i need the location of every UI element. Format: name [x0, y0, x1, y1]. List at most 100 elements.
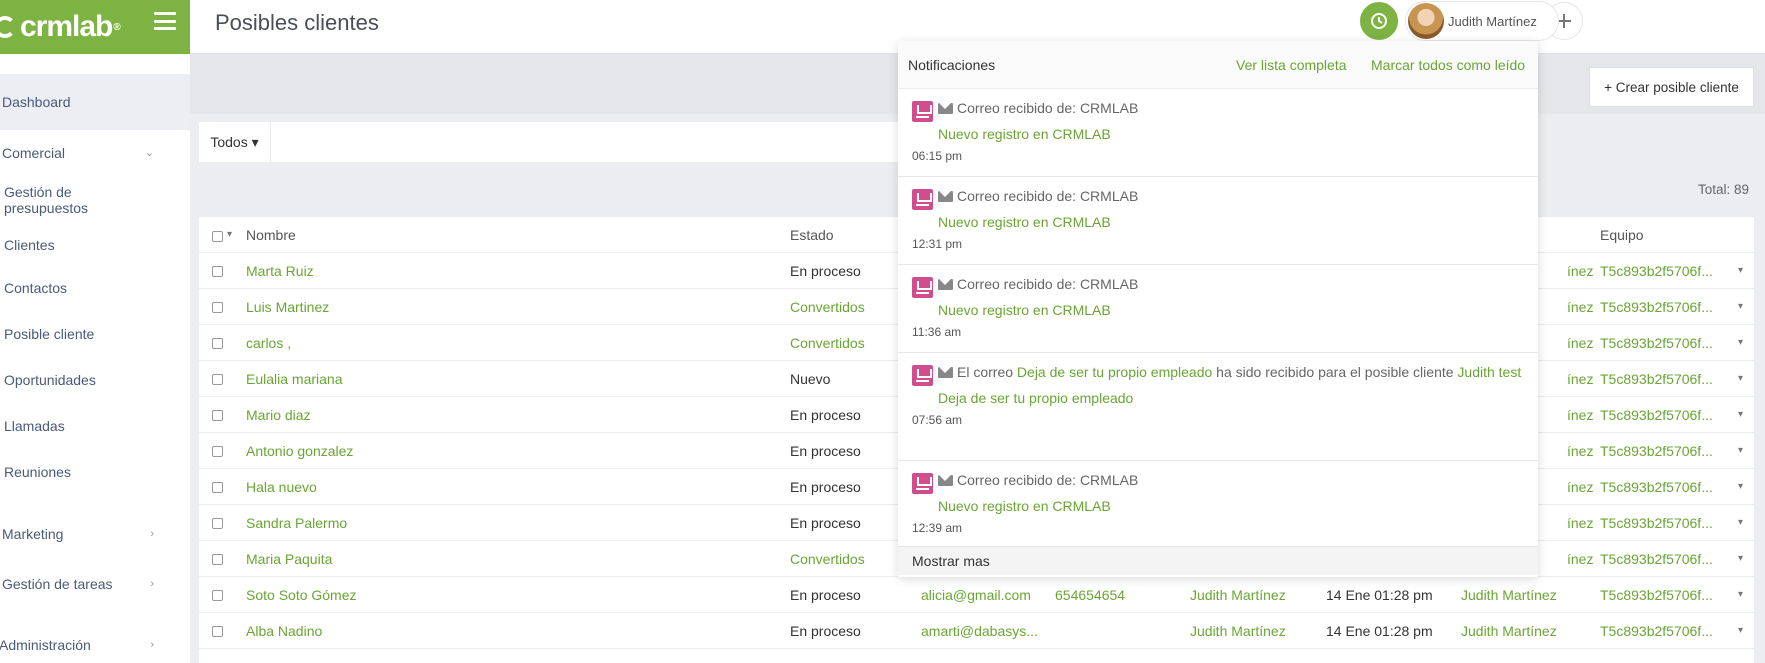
lead-name-link[interactable]: Soto Soto Gómez: [246, 577, 357, 613]
lead-team[interactable]: T5c893b2f5706f...: [1600, 433, 1713, 469]
lead-name-link[interactable]: Antonio gonzalez: [246, 433, 353, 469]
user-menu[interactable]: Judith Martínez: [1405, 1, 1559, 41]
notification-subject[interactable]: Nuevo registro en CRMLAB: [912, 301, 1522, 319]
notification-item[interactable]: Correo recibido de: CRMLAB Nuevo registr…: [898, 265, 1538, 353]
lead-team[interactable]: T5c893b2f5706f...: [1600, 469, 1713, 505]
lead-email-link[interactable]: amarti@dabasys...: [921, 613, 1038, 649]
column-header-equipo[interactable]: Equipo: [1600, 217, 1644, 253]
lead-owner[interactable]: ínez: [1567, 433, 1593, 469]
lead-name-link[interactable]: Luis Martinez: [246, 289, 329, 325]
lead-name-link[interactable]: Maria Paquita: [246, 541, 332, 577]
row-checkbox[interactable]: [212, 338, 223, 349]
row-actions-dropdown-icon[interactable]: ▾: [1738, 577, 1743, 613]
notification-item[interactable]: Correo recibido de: CRMLAB Nuevo registr…: [898, 89, 1538, 177]
row-actions-dropdown-icon[interactable]: ▾: [1738, 289, 1743, 325]
table-row[interactable]: Soto Soto Gómez En proceso alicia@gmail.co…: [199, 577, 1754, 613]
row-actions-dropdown-icon[interactable]: ▾: [1738, 613, 1743, 649]
row-actions-dropdown-icon[interactable]: ▾: [1738, 253, 1743, 289]
hamburger-menu-icon[interactable]: [154, 12, 176, 30]
lead-owner[interactable]: ínez: [1567, 397, 1593, 433]
lead-owner[interactable]: ínez: [1567, 325, 1593, 361]
mark-all-read-link[interactable]: Marcar todos como leído: [1371, 57, 1525, 73]
lead-assigned-user[interactable]: Judith Martínez: [1190, 613, 1286, 649]
row-checkbox[interactable]: [212, 482, 223, 493]
lead-name-link[interactable]: Alba Nadino: [246, 613, 322, 649]
notification-item[interactable]: El correo Deja de ser tu propio empleado…: [898, 353, 1538, 461]
sidebar-item-dashboard[interactable]: Dashboard: [0, 74, 190, 130]
lead-email-link[interactable]: alicia@gmail.com: [921, 577, 1031, 613]
lead-name-link[interactable]: Marta Ruiz: [246, 253, 314, 289]
filter-dropdown[interactable]: Todos ▾: [199, 122, 271, 162]
sidebar-item-contactos[interactable]: Contactos: [0, 265, 190, 311]
sidebar-item-tareas[interactable]: Gestión de tareas ›: [0, 559, 190, 609]
row-actions-dropdown-icon[interactable]: ▾: [1738, 361, 1743, 397]
create-lead-button[interactable]: + Crear posible cliente: [1589, 67, 1754, 107]
column-header-estado[interactable]: Estado: [790, 217, 834, 253]
row-checkbox[interactable]: [212, 266, 223, 277]
lead-team[interactable]: T5c893b2f5706f...: [1600, 613, 1713, 649]
row-actions-dropdown-icon[interactable]: ▾: [1738, 433, 1743, 469]
lead-team[interactable]: T5c893b2f5706f...: [1600, 397, 1713, 433]
lead-owner[interactable]: ínez: [1567, 505, 1593, 541]
lead-team[interactable]: T5c893b2f5706f...: [1600, 577, 1713, 613]
lead-name-link[interactable]: Hala nuevo: [246, 469, 317, 505]
show-more-link[interactable]: Mostrar mas: [898, 547, 1538, 575]
chevron-down-icon[interactable]: ▾: [227, 217, 232, 253]
lead-team[interactable]: T5c893b2f5706f...: [1600, 289, 1713, 325]
notification-subject[interactable]: Deja de ser tu propio empleado: [912, 389, 1522, 407]
lead-assigned-user[interactable]: Judith Martínez: [1190, 577, 1286, 613]
sidebar-item-clientes[interactable]: Clientes: [0, 225, 190, 265]
lead-name-link[interactable]: Mario diaz: [246, 397, 311, 433]
email-subject-link[interactable]: Deja de ser tu propio empleado: [1017, 364, 1212, 380]
clock-icon[interactable]: [1360, 2, 1398, 40]
lead-name-link[interactable]: Sandra Palermo: [246, 505, 347, 541]
row-actions-dropdown-icon[interactable]: ▾: [1738, 541, 1743, 577]
lead-owner[interactable]: ínez: [1567, 289, 1593, 325]
row-checkbox[interactable]: [212, 446, 223, 457]
sidebar-item-posible-cliente[interactable]: Posible cliente: [0, 311, 190, 357]
row-checkbox[interactable]: [212, 590, 223, 601]
sidebar-item-administracion[interactable]: Administración ›: [0, 609, 190, 663]
sidebar-item-presupuestos[interactable]: Gestión de presupuestos: [0, 175, 190, 225]
sidebar-item-marketing[interactable]: Marketing ›: [0, 495, 190, 559]
lead-link[interactable]: Judith test: [1457, 364, 1521, 380]
row-actions-dropdown-icon[interactable]: ▾: [1738, 505, 1743, 541]
sidebar-item-oportunidades[interactable]: Oportunidades: [0, 357, 190, 403]
row-checkbox[interactable]: [212, 302, 223, 313]
sidebar-item-comercial[interactable]: Comercial ⌄: [0, 130, 190, 175]
lead-owner[interactable]: ínez: [1567, 253, 1593, 289]
lead-team[interactable]: T5c893b2f5706f...: [1600, 253, 1713, 289]
notification-item[interactable]: Correo recibido de: CRMLAB Nuevo registr…: [898, 461, 1538, 547]
notification-subject[interactable]: Nuevo registro en CRMLAB: [912, 497, 1522, 515]
sidebar-item-reuniones[interactable]: Reuniones: [0, 449, 190, 495]
lead-owner[interactable]: ínez: [1567, 361, 1593, 397]
row-checkbox[interactable]: [212, 410, 223, 421]
table-row[interactable]: Alba Nadino En proceso amarti@dabasys... Ju…: [199, 613, 1754, 649]
lead-team[interactable]: T5c893b2f5706f...: [1600, 505, 1713, 541]
row-checkbox[interactable]: [212, 554, 223, 565]
lead-owner[interactable]: ínez: [1567, 469, 1593, 505]
notification-subject[interactable]: Nuevo registro en CRMLAB: [912, 125, 1522, 143]
lead-name-link[interactable]: Eulalia mariana: [246, 361, 343, 397]
crmlab-logo[interactable]: crmlab ®: [0, 10, 121, 44]
row-checkbox[interactable]: [212, 626, 223, 637]
lead-team[interactable]: T5c893b2f5706f...: [1600, 541, 1713, 577]
row-actions-dropdown-icon[interactable]: ▾: [1738, 397, 1743, 433]
lead-owner[interactable]: Judith Martínez: [1461, 577, 1557, 613]
row-checkbox[interactable]: [212, 518, 223, 529]
row-actions-dropdown-icon[interactable]: ▾: [1738, 469, 1743, 505]
lead-phone[interactable]: 654654654: [1055, 577, 1125, 613]
select-all-checkbox[interactable]: [212, 231, 223, 242]
column-header-nombre[interactable]: Nombre: [246, 217, 296, 253]
row-checkbox[interactable]: [212, 374, 223, 385]
sidebar-item-llamadas[interactable]: Llamadas: [0, 403, 190, 449]
lead-owner[interactable]: Judith Martínez: [1461, 613, 1557, 649]
lead-owner[interactable]: ínez: [1567, 541, 1593, 577]
notification-subject[interactable]: Nuevo registro en CRMLAB: [912, 213, 1522, 231]
lead-team[interactable]: T5c893b2f5706f...: [1600, 325, 1713, 361]
row-actions-dropdown-icon[interactable]: ▾: [1738, 325, 1743, 361]
view-all-link[interactable]: Ver lista completa: [1236, 57, 1347, 73]
lead-team[interactable]: T5c893b2f5706f...: [1600, 361, 1713, 397]
lead-name-link[interactable]: carlos ,: [246, 325, 291, 361]
notification-item[interactable]: Correo recibido de: CRMLAB Nuevo registr…: [898, 177, 1538, 265]
